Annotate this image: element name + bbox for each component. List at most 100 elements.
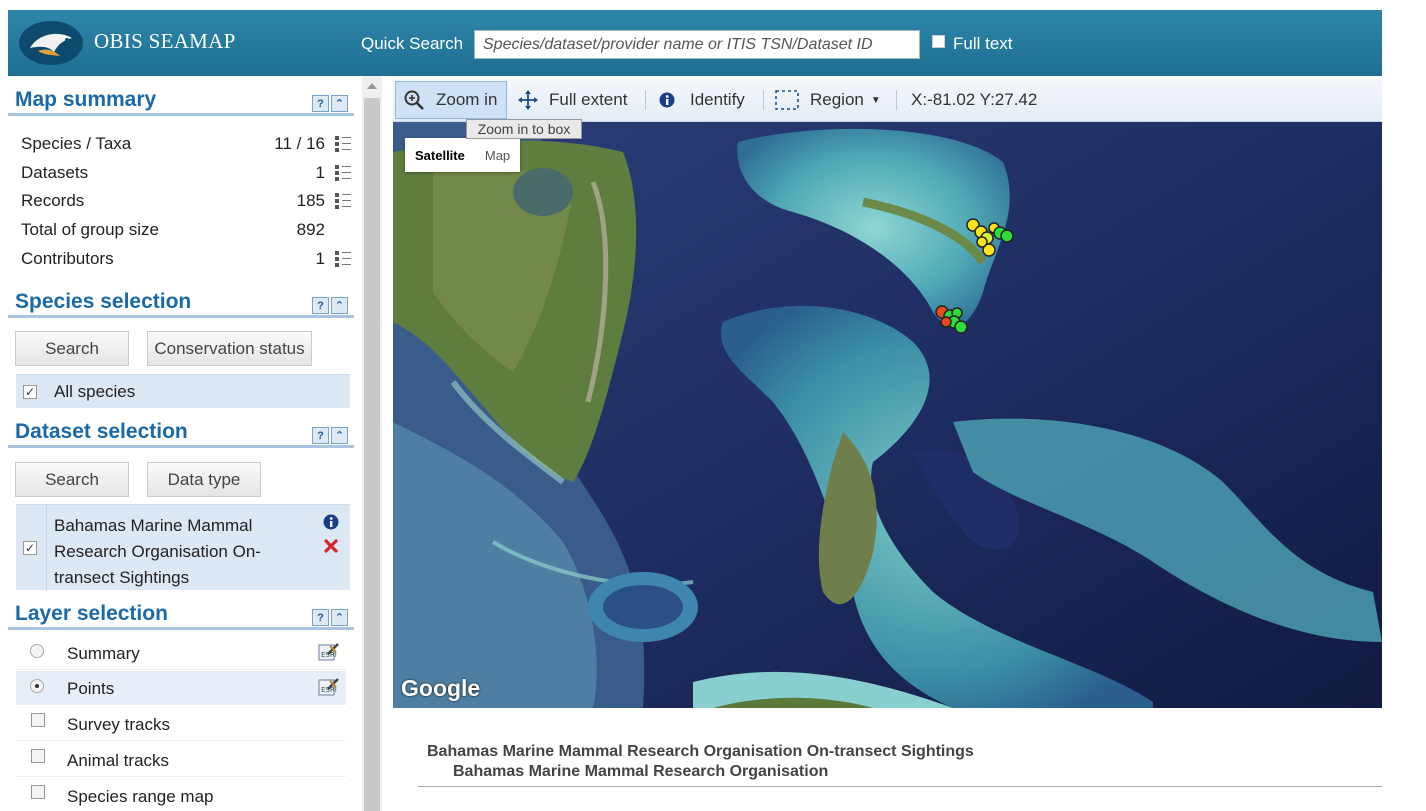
zoom-in-tool[interactable]: Zoom in <box>403 78 497 122</box>
layer-settings-icon[interactable]: ESRI <box>318 677 340 697</box>
collapse-icon[interactable]: ⌃ <box>331 427 348 444</box>
scrollbar-thumb[interactable] <box>364 98 380 811</box>
summary-row-datasets: Datasets 1 <box>21 159 351 187</box>
layer-row-species-range[interactable]: Species range map <box>16 779 346 811</box>
help-icon[interactable]: ? <box>312 609 329 626</box>
satellite-imagery <box>393 122 1382 708</box>
species-search-button[interactable]: Search <box>15 331 129 366</box>
left-panel: Map summary ? ⌃ Species / Taxa 11 / 16 D… <box>8 76 358 811</box>
map-button[interactable]: Map <box>475 138 520 172</box>
dataset-info-title: Bahamas Marine Mammal Research Organisat… <box>427 743 974 760</box>
summary-row-species: Species / Taxa 11 / 16 <box>21 130 351 158</box>
summary-radio[interactable] <box>30 644 44 658</box>
info-icon <box>659 92 675 108</box>
summary-label: Datasets <box>21 163 89 182</box>
full-extent-button[interactable]: Full extent <box>517 78 627 122</box>
map-type-control: Satellite Map <box>405 138 521 172</box>
region-label: Region <box>810 90 864 109</box>
dataset-selection-title: Dataset selection <box>15 420 188 443</box>
identify-label: Identify <box>690 90 745 109</box>
identify-button[interactable]: Identify <box>659 78 745 122</box>
all-species-row[interactable]: ✓ All species <box>16 374 350 408</box>
layer-label: Summary <box>67 644 140 663</box>
summary-value: 185 <box>296 191 325 210</box>
full-extent-label: Full extent <box>549 90 628 109</box>
map-summary-title: Map summary <box>15 88 157 111</box>
left-panel-scrollbar[interactable] <box>362 76 382 811</box>
layer-row-points[interactable]: Points ESRI <box>16 671 346 705</box>
app-title: OBIS SEAMAP <box>94 29 236 53</box>
layer-row-summary[interactable]: Summary ESRI <box>16 636 346 670</box>
region-select-icon <box>775 90 799 110</box>
full-text-checkbox[interactable] <box>932 35 945 48</box>
full-text-label: Full text <box>953 34 1013 53</box>
map-summary-header: Map summary ? ⌃ <box>8 80 354 116</box>
collapse-icon[interactable]: ⌃ <box>331 95 348 112</box>
list-icon[interactable] <box>335 164 351 181</box>
dataset-info-provider: Bahamas Marine Mammal Research Organisat… <box>453 763 829 780</box>
layer-label: Animal tracks <box>67 751 170 770</box>
points-radio[interactable] <box>30 679 44 693</box>
summary-value: 892 <box>296 220 325 239</box>
layer-row-animal-tracks[interactable]: Animal tracks <box>16 743 346 777</box>
layer-row-survey-tracks[interactable]: Survey tracks <box>16 707 346 741</box>
quick-search-label: Quick Search <box>361 34 464 53</box>
all-species-checkbox[interactable]: ✓ <box>23 385 37 399</box>
summary-label: Records <box>21 191 85 210</box>
layer-label: Points <box>67 679 115 698</box>
summary-label: Species / Taxa <box>21 134 132 153</box>
region-dropdown[interactable]: Region ▼ <box>774 78 881 122</box>
data-type-button[interactable]: Data type <box>147 462 261 497</box>
layer-selection-header: Layer selection ? ⌃ <box>8 594 354 630</box>
dataset-selection-header: Dataset selection ? ⌃ <box>8 412 354 448</box>
chevron-down-icon: ▼ <box>870 94 881 106</box>
species-range-checkbox[interactable] <box>31 785 45 799</box>
app-header: OBIS SEAMAP Quick Search Full text <box>8 10 1382 76</box>
google-logo: Google <box>401 675 481 701</box>
layer-selection-title: Layer selection <box>15 602 168 625</box>
dataset-checkbox[interactable]: ✓ <box>23 541 37 555</box>
dataset-row[interactable]: ✓ Bahamas Marine Mammal Research Organis… <box>16 504 350 591</box>
summary-row-records: Records 185 <box>21 187 351 215</box>
list-icon[interactable] <box>335 250 351 267</box>
obis-logo-icon <box>19 21 83 65</box>
map-toolbar: Zoom in Full extent Identify Region ▼ X:… <box>393 78 1382 122</box>
quick-search-input[interactable] <box>474 30 920 59</box>
animal-tracks-checkbox[interactable] <box>31 749 45 763</box>
dataset-search-button[interactable]: Search <box>15 462 129 497</box>
species-selection-title: Species selection <box>15 290 192 313</box>
summary-value: 1 <box>315 163 325 182</box>
dataset-info-panel: Bahamas Marine Mammal Research Organisat… <box>393 716 1382 811</box>
zoom-in-label: Zoom in <box>436 90 498 109</box>
coordinate-readout: X:-81.02 Y:27.42 <box>911 90 1038 109</box>
list-icon[interactable] <box>335 192 351 209</box>
layer-label: Survey tracks <box>67 715 170 734</box>
help-icon[interactable]: ? <box>312 427 329 444</box>
all-species-label: All species <box>54 382 136 401</box>
summary-row-contributors: Contributors 1 <box>21 245 351 273</box>
help-icon[interactable]: ? <box>312 95 329 112</box>
dataset-name[interactable]: Bahamas Marine Mammal Research Organisat… <box>54 513 261 591</box>
conservation-status-button[interactable]: Conservation status <box>147 331 312 366</box>
list-icon[interactable] <box>335 135 351 152</box>
help-icon[interactable]: ? <box>312 297 329 314</box>
summary-label: Contributors <box>21 249 114 268</box>
survey-tracks-checkbox[interactable] <box>31 713 45 727</box>
collapse-icon[interactable]: ⌃ <box>331 609 348 626</box>
zoom-in-icon <box>404 90 424 110</box>
layer-label: Species range map <box>67 787 214 806</box>
scroll-up-icon[interactable] <box>367 83 377 89</box>
summary-value: 1 <box>315 249 325 268</box>
collapse-icon[interactable]: ⌃ <box>331 297 348 314</box>
species-selection-header: Species selection ? ⌃ <box>8 282 354 318</box>
layer-settings-icon[interactable]: ESRI <box>318 642 340 662</box>
remove-icon[interactable] <box>323 538 339 554</box>
summary-label: Total of group size <box>21 220 159 239</box>
satellite-button[interactable]: Satellite <box>405 138 475 172</box>
summary-value: 11 / 16 <box>274 134 325 153</box>
zoom-tooltip: Zoom in to box <box>466 119 582 139</box>
info-icon[interactable] <box>323 514 339 530</box>
summary-row-group-size: Total of group size 892 <box>21 216 351 244</box>
map-view[interactable]: Satellite Map Google <box>393 122 1382 708</box>
move-arrows-icon <box>518 90 538 110</box>
